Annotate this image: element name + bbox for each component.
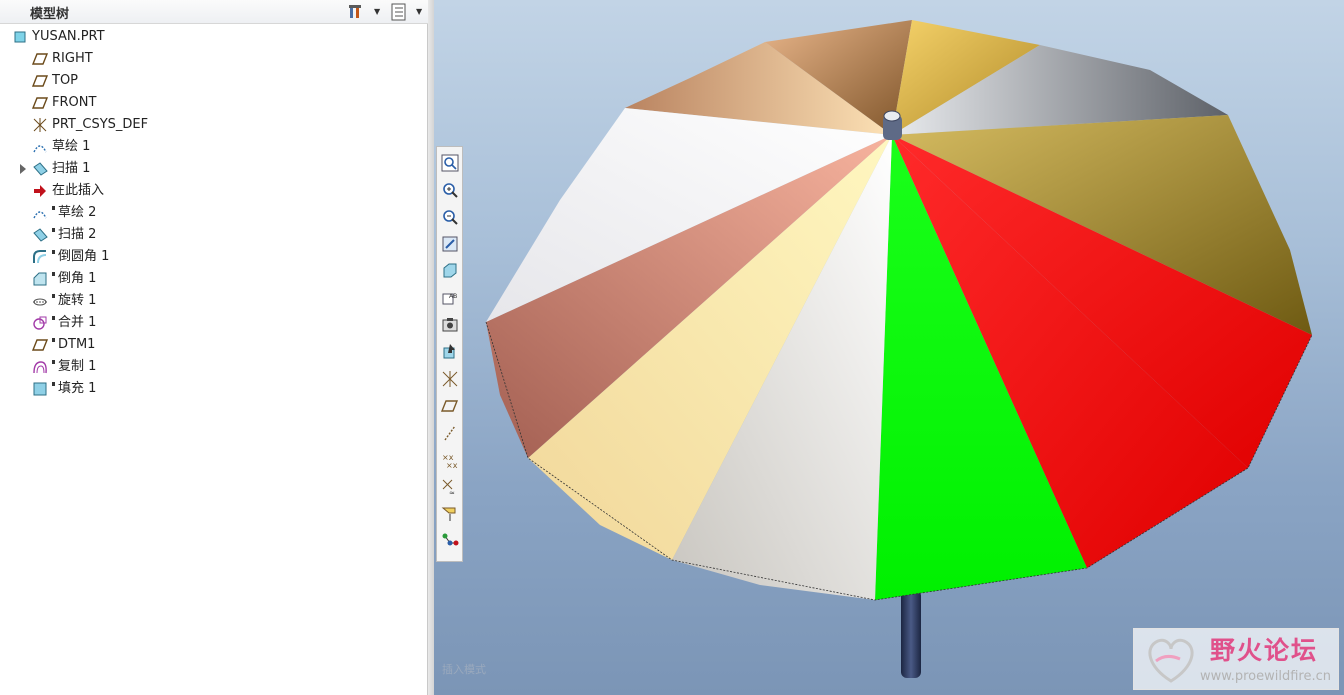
show-options-icon[interactable] xyxy=(390,3,408,21)
tree-item-label: 旋转 1 xyxy=(58,293,97,308)
tree-item-label: PRT_CSYS_DEF xyxy=(52,117,149,132)
tree-item-top[interactable]: TOP xyxy=(0,70,428,92)
settings-tools-icon[interactable] xyxy=(348,3,366,21)
tree-item-label: 倒圆角 1 xyxy=(58,249,110,264)
tree-item-label: TOP xyxy=(52,73,79,88)
fill-icon xyxy=(33,382,47,396)
svg-text:AB: AB xyxy=(449,293,457,300)
sketch-icon xyxy=(33,211,47,219)
layers-icon[interactable] xyxy=(440,315,460,335)
shading-icon[interactable] xyxy=(440,261,460,281)
part-icon xyxy=(14,31,26,43)
tree-item-right[interactable]: RIGHT xyxy=(0,48,428,70)
chamfer-icon xyxy=(33,272,47,286)
copy-icon xyxy=(33,361,47,374)
saved-views-icon[interactable]: AB xyxy=(440,288,460,308)
spin-center-icon[interactable] xyxy=(440,342,460,362)
graphics-window[interactable] xyxy=(434,0,1344,695)
status-marker xyxy=(52,250,55,254)
datum-plane-icon xyxy=(32,75,48,87)
tree-item-label: YUSAN.PRT xyxy=(32,29,105,44)
tree-item-label: 倒角 1 xyxy=(58,271,97,286)
tree-item-merge-1[interactable]: 合并 1 xyxy=(0,312,428,334)
tree-item-label: 草绘 2 xyxy=(58,205,97,220)
model-tree-panel: 模型树 ▼ ▼ YUSAN.PRT RIGHT TOP FRONT PRT_CS… xyxy=(0,0,428,695)
tree-item-prt-csys-def[interactable]: PRT_CSYS_DEF xyxy=(0,114,428,136)
insert-mode-hint: 插入模式 xyxy=(442,663,486,676)
svg-text:×x: ×x xyxy=(446,461,458,470)
status-marker xyxy=(52,382,55,386)
model-tree-title: 模型树 xyxy=(30,7,70,22)
network-icon[interactable] xyxy=(440,531,460,551)
tree-item-label: 扫描 1 xyxy=(52,161,91,176)
tree-item-dtm1[interactable]: DTM1 xyxy=(0,334,428,356)
settings-dropdown-icon[interactable]: ▼ xyxy=(374,7,380,16)
tree-item-round-1[interactable]: 倒圆角 1 xyxy=(0,246,428,268)
plane-display-icon[interactable] xyxy=(440,396,460,416)
umbrella-tip-cap xyxy=(883,110,901,122)
merge-icon xyxy=(33,316,47,330)
tree-item-label: 在此插入 xyxy=(52,183,105,198)
status-marker xyxy=(52,294,55,298)
datum-plane-icon xyxy=(32,97,48,109)
expand-arrow-icon[interactable] xyxy=(19,163,27,175)
umbrella-model[interactable] xyxy=(434,0,1344,695)
sweep-icon xyxy=(33,228,48,242)
forum-logo-icon xyxy=(1148,638,1194,683)
show-dropdown-icon[interactable]: ▼ xyxy=(416,7,422,16)
tree-item-label: 复制 1 xyxy=(58,359,97,374)
tree-item-label: RIGHT xyxy=(52,51,93,66)
insert-here-arrow-icon xyxy=(34,185,46,197)
status-marker xyxy=(52,360,55,364)
tree-item-label: 填充 1 xyxy=(58,381,97,396)
revolve-icon xyxy=(33,298,47,306)
sketch-icon xyxy=(33,145,47,153)
tree-item-fill-1[interactable]: 填充 1 xyxy=(0,378,428,400)
round-icon xyxy=(33,250,47,264)
model-tree-list: YUSAN.PRT RIGHT TOP FRONT PRT_CSYS_DEF 草… xyxy=(0,24,427,695)
umbrella-handle xyxy=(901,590,921,678)
tree-item-sweep-1[interactable]: 扫描 1 xyxy=(0,158,428,180)
annotation-display-icon[interactable] xyxy=(440,504,460,524)
tree-item-label: 草绘 1 xyxy=(52,139,91,154)
tree-item-insert-here[interactable]: 在此插入 xyxy=(0,180,428,202)
tree-item-revolve-1[interactable]: 旋转 1 xyxy=(0,290,428,312)
tree-item-label: 扫描 2 xyxy=(58,227,97,242)
datum-plane-icon xyxy=(32,53,48,65)
tree-item-sweep-2[interactable]: 扫描 2 xyxy=(0,224,428,246)
tree-item-yusan-prt[interactable]: YUSAN.PRT xyxy=(0,26,428,48)
csys-tag-icon[interactable]: ≈ xyxy=(440,477,460,497)
model-tree-header: 模型树 ▼ ▼ xyxy=(0,0,428,24)
zoom-in-icon[interactable] xyxy=(440,180,460,200)
tree-item-label: 合并 1 xyxy=(58,315,97,330)
status-marker xyxy=(52,228,55,232)
tree-item-label: DTM1 xyxy=(58,337,96,352)
watermark-title: 野火论坛 xyxy=(1210,636,1319,665)
tree-item-label: FRONT xyxy=(52,95,97,110)
coordinate-system-icon xyxy=(33,118,47,132)
datum-plane-icon xyxy=(32,339,48,351)
status-marker xyxy=(52,338,55,342)
watermark-url: www.proewildfire.cn xyxy=(1200,669,1331,684)
csys-display-icon[interactable] xyxy=(440,369,460,389)
view-toolbar: AB ×x ×x ≈ xyxy=(436,146,463,562)
tree-item-front[interactable]: FRONT xyxy=(0,92,428,114)
status-marker xyxy=(52,316,55,320)
repaint-icon[interactable] xyxy=(440,234,460,254)
tree-item-chamfer-1[interactable]: 倒角 1 xyxy=(0,268,428,290)
axis-display-icon[interactable] xyxy=(440,423,460,443)
tree-item-copy-1[interactable]: 复制 1 xyxy=(0,356,428,378)
sweep-icon xyxy=(33,162,48,176)
tree-item-sketch-1[interactable]: 草绘 1 xyxy=(0,136,428,158)
forum-watermark: 野火论坛 www.proewildfire.cn xyxy=(1133,628,1339,690)
zoom-out-icon[interactable] xyxy=(440,207,460,227)
point-display-icon[interactable]: ×x×x xyxy=(440,450,460,470)
status-marker xyxy=(52,272,55,276)
tree-item-sketch-2[interactable]: 草绘 2 xyxy=(0,202,428,224)
refit-icon[interactable] xyxy=(440,153,460,173)
status-marker xyxy=(52,206,55,210)
svg-text:≈: ≈ xyxy=(449,489,455,497)
